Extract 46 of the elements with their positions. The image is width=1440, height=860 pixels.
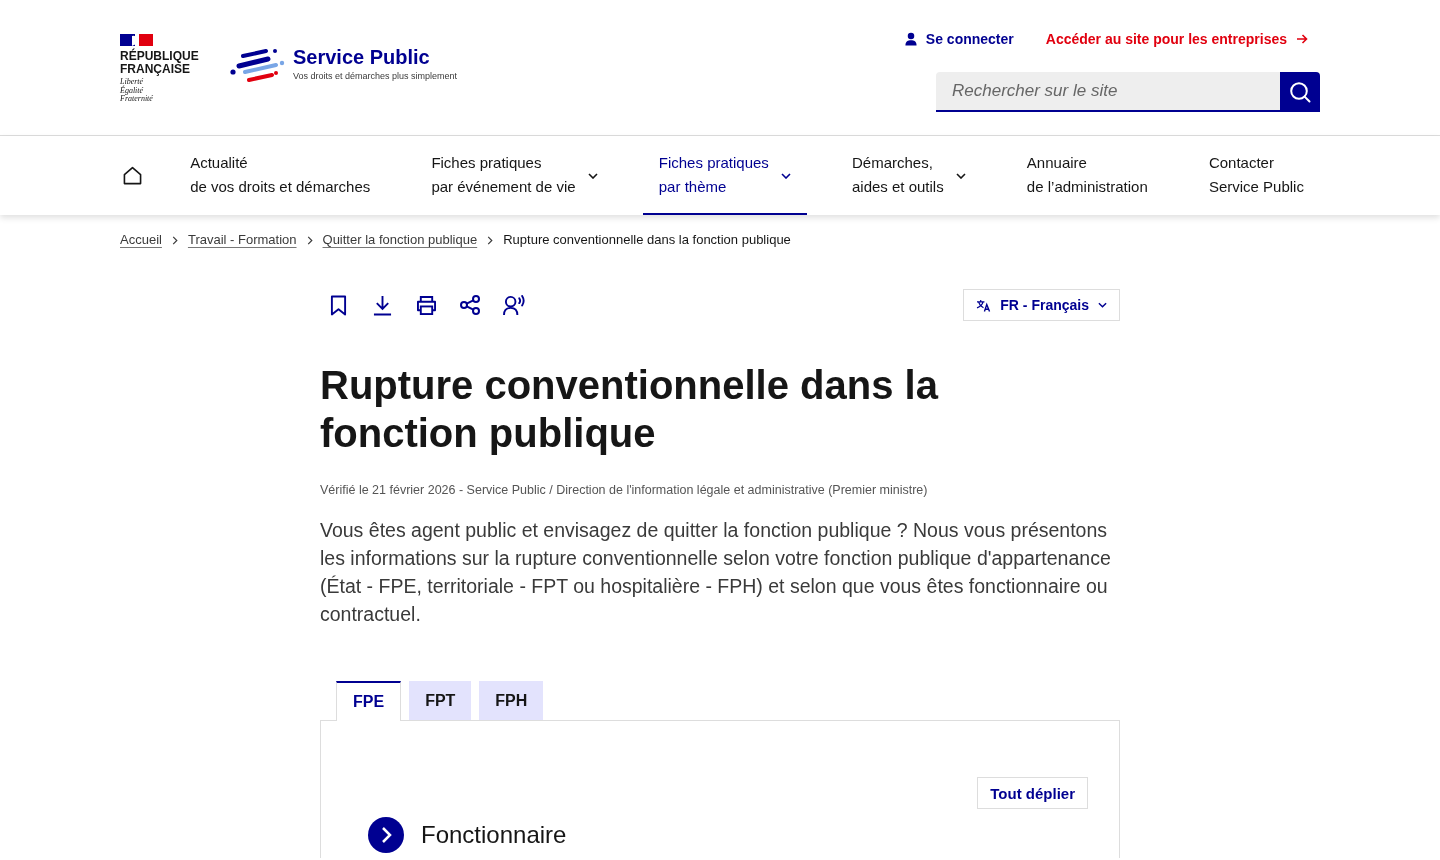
chevron-right-icon: [306, 235, 313, 245]
download-icon: [372, 294, 392, 316]
person-speaking-icon: [502, 294, 526, 316]
home-icon: [123, 166, 142, 185]
flag-icon: [120, 34, 153, 46]
nav-link[interactable]: Actualité de vos droits et démarches: [174, 136, 387, 215]
expand-all-button[interactable]: Tout déplier: [977, 777, 1088, 809]
print-button[interactable]: [414, 293, 438, 317]
service-tagline: Vos droits et démarches plus simplement: [293, 70, 458, 82]
print-icon: [415, 295, 437, 315]
search-field[interactable]: Rechercher sur le site: [936, 72, 1280, 112]
stripes-logo-icon: [230, 46, 286, 84]
chevron-down-icon: [1098, 302, 1107, 308]
tab[interactable]: FPT: [409, 681, 472, 720]
accordion-toggle[interactable]: Fonctionnaire: [368, 817, 567, 853]
verification-note: Vérifié le 21 février 2026 - Service Public / Direction de l'information légale et administrative (Premier ministre): [320, 482, 929, 499]
tab[interactable]: FPH: [479, 681, 544, 720]
motto: Liberté Égalité Fraternité: [120, 78, 154, 104]
page-title: Rupture conventionnelle dans la fonction publique: [320, 362, 940, 457]
breadcrumb-link[interactable]: Quitter la fonction publique: [322, 231, 478, 249]
service-name: Service Public: [293, 45, 431, 69]
person-icon: [904, 32, 917, 46]
search-button[interactable]: [1280, 72, 1320, 112]
arrow-right-icon: [1296, 33, 1308, 45]
breadcrumb-link[interactable]: Travail - Formation: [187, 231, 297, 249]
share-button[interactable]: [458, 293, 482, 317]
intro-paragraph: Vous êtes agent public et envisagez de quitter la fonction publique ? Nous vous présentons les informations sur la rupture conventionnelle selon votre fonction publique d'appartenance (État - FPE, territoriale - FPT ou hospitalière - FPH) et selon que vous êtes fonctionnaire ou contractuel.: [320, 518, 1112, 627]
republic-name: RÉPUBLIQUE FRANÇAISE: [120, 50, 200, 76]
bookmark-icon: [329, 294, 347, 316]
chevron-right-icon: [171, 235, 178, 245]
login-link[interactable]: Se connecter: [904, 29, 1014, 49]
search-icon: [1289, 81, 1311, 103]
business-site-link[interactable]: Accéder au site pour les entreprises: [1045, 29, 1308, 49]
nav-link[interactable]: Annuaire de l’administration: [1010, 136, 1164, 215]
nav-link[interactable]: Fiches pratiques par événement de vie: [415, 136, 614, 215]
tab[interactable]: FPE: [336, 681, 402, 721]
nav-link[interactable]: Contacter Service Public: [1192, 136, 1320, 215]
translate-icon: [976, 298, 992, 312]
chevron-right-icon: [487, 235, 494, 245]
nav-link[interactable]: Démarches, aides et outils: [836, 136, 982, 215]
nav-link[interactable]: Fiches pratiques par thème: [642, 136, 807, 215]
language-button[interactable]: FR - Français: [963, 289, 1120, 321]
listen-button[interactable]: [502, 293, 526, 317]
breadcrumb-link[interactable]: Accueil: [120, 231, 162, 249]
breadcrumb-current: Rupture conventionnelle dans la fonction publique: [503, 231, 791, 249]
share-icon: [460, 295, 480, 315]
